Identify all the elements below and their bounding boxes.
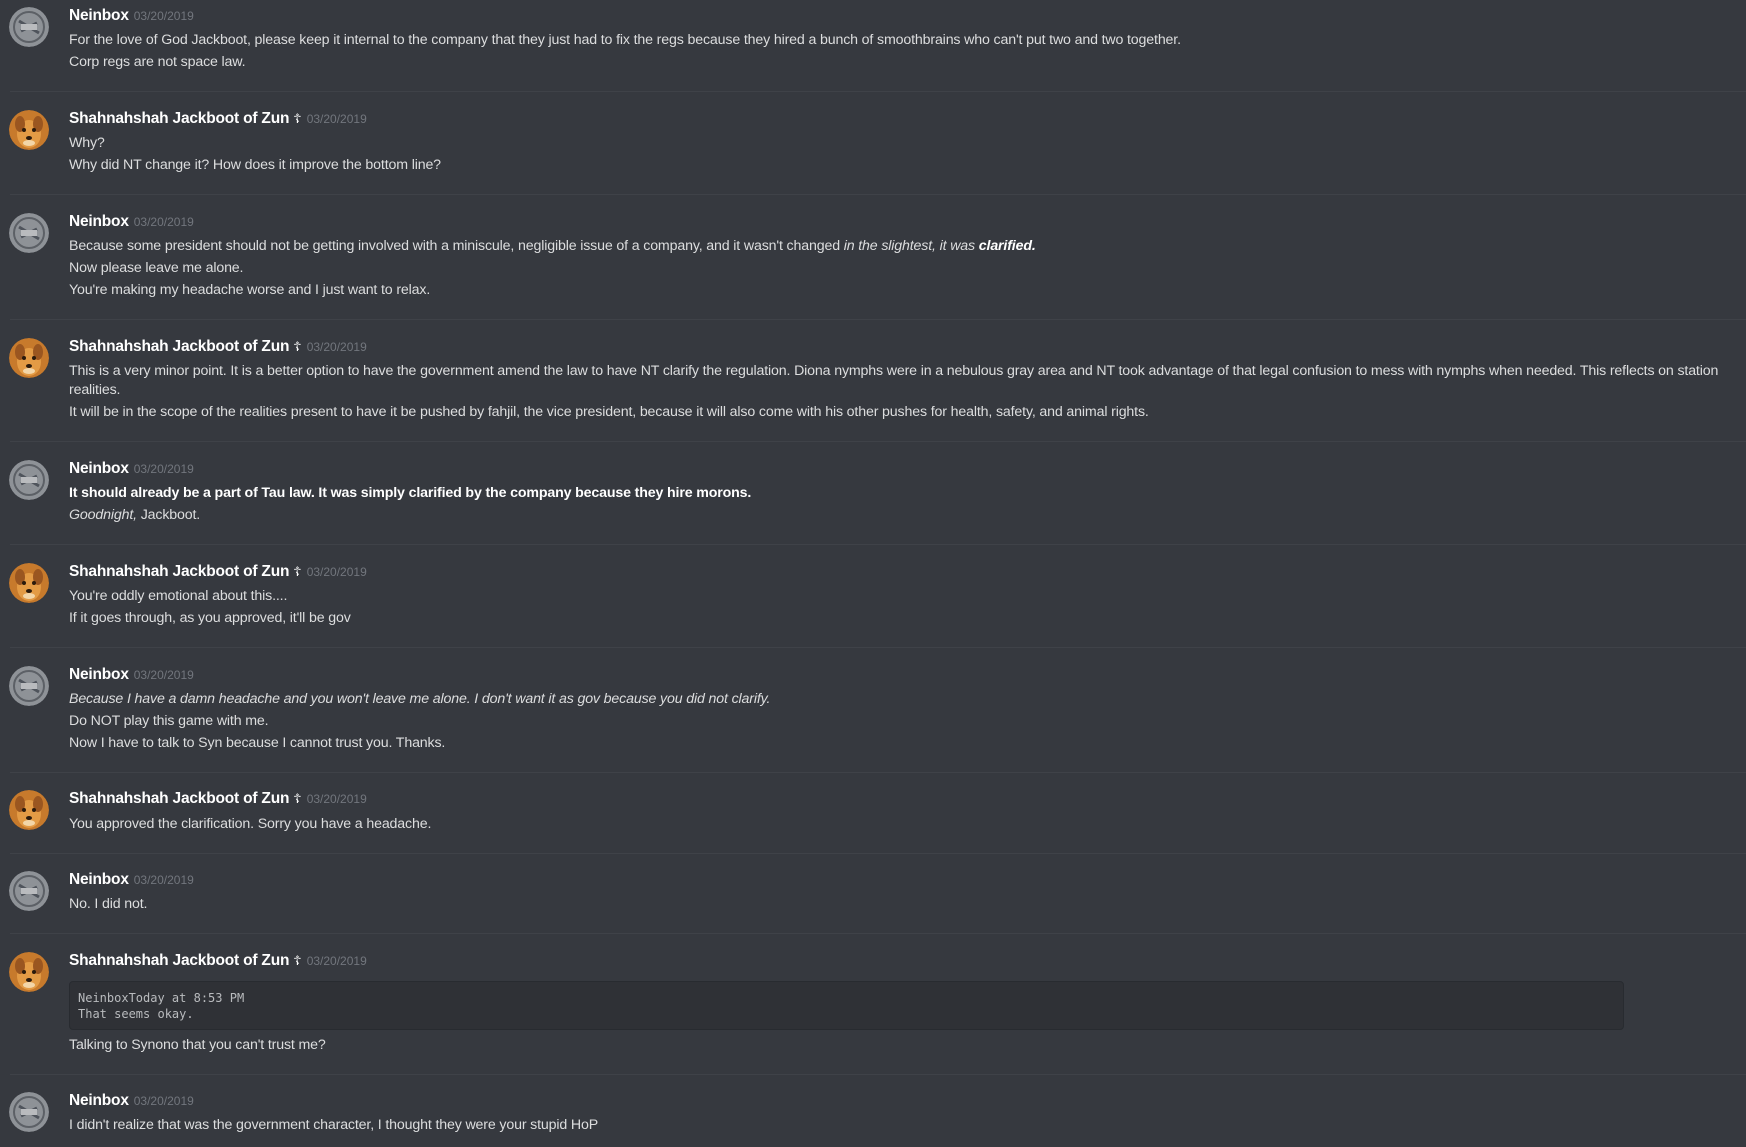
gray-stamp-avatar[interactable]	[9, 666, 49, 706]
username[interactable]: Neinbox	[69, 871, 129, 888]
message-text: Do NOT play this game with me.	[69, 713, 269, 729]
orthodox-cross-icon: ☦	[293, 791, 302, 806]
orthodox-cross-icon: ☦	[293, 564, 302, 579]
message-divider	[10, 441, 1746, 442]
message-divider	[10, 194, 1746, 195]
message-text: Because I have a damn headache and you w…	[69, 690, 1738, 709]
message-text: You're making my headache worse and I ju…	[69, 282, 431, 298]
timestamp: 03/20/2019	[306, 340, 367, 354]
timestamp: 03/20/2019	[133, 1094, 194, 1108]
username[interactable]: Neinbox	[69, 7, 129, 24]
code-block: NeinboxToday at 8:53 PM That seems okay.	[69, 981, 1624, 1030]
timestamp: 03/20/2019	[133, 215, 194, 229]
gray-stamp-avatar[interactable]	[9, 871, 49, 911]
username[interactable]: Neinbox	[69, 213, 129, 230]
message-text: This is a very minor point. It is a bett…	[69, 363, 1719, 398]
golden-dog-avatar[interactable]	[9, 338, 49, 378]
message-text: Because some president should not be get…	[69, 237, 1738, 256]
username[interactable]: Shahnahshah Jackboot of Zun	[69, 338, 289, 355]
message-text: No. I did not.	[69, 896, 148, 912]
username[interactable]: Shahnahshah Jackboot of Zun	[69, 790, 289, 807]
message-text: You're oddly emotional about this....	[69, 588, 288, 604]
message-text: I didn't realize that was the government…	[69, 1117, 599, 1133]
message-text: It will be in the scope of the realities…	[69, 404, 1149, 420]
message-text: Now I have to talk to Syn because I cann…	[69, 735, 446, 751]
gray-stamp-avatar[interactable]	[9, 460, 49, 500]
message-divider	[10, 853, 1746, 854]
timestamp: 03/20/2019	[306, 565, 367, 579]
username[interactable]: Neinbox	[69, 666, 129, 683]
message-text: Talking to Synono that you can't trust m…	[69, 1037, 326, 1053]
gray-stamp-avatar[interactable]	[9, 213, 49, 253]
message-text: Goodnight, Jackboot.	[69, 506, 1738, 525]
username[interactable]: Shahnahshah Jackboot of Zun	[69, 110, 289, 127]
timestamp: 03/20/2019	[133, 9, 194, 23]
timestamp: 03/20/2019	[306, 954, 367, 968]
message-text-plain: Jackboot.	[136, 507, 201, 523]
golden-dog-avatar[interactable]	[9, 952, 49, 992]
timestamp: 03/20/2019	[306, 112, 367, 126]
orthodox-cross-icon: ☦	[293, 339, 302, 354]
message-divider	[10, 319, 1746, 320]
orthodox-cross-icon: ☦	[293, 111, 302, 126]
message-text-bold: It should already be a part of Tau law. …	[69, 485, 752, 501]
message-divider	[10, 772, 1746, 773]
timestamp: 03/20/2019	[133, 668, 194, 682]
timestamp: 03/20/2019	[133, 873, 194, 887]
message-text: You approved the clarification. Sorry yo…	[69, 816, 432, 832]
message-divider	[10, 544, 1746, 545]
message-text: For the love of God Jackboot, please kee…	[69, 32, 1181, 48]
message-text: If it goes through, as you approved, it'…	[69, 610, 351, 626]
golden-dog-avatar[interactable]	[9, 563, 49, 603]
username[interactable]: Shahnahshah Jackboot of Zun	[69, 952, 289, 969]
message-text-italic: Goodnight,	[69, 507, 137, 523]
username[interactable]: Neinbox	[69, 460, 129, 477]
message-text: Corp regs are not space law.	[69, 54, 246, 70]
orthodox-cross-icon: ☦	[293, 953, 302, 968]
message-divider	[10, 91, 1746, 92]
golden-dog-avatar[interactable]	[9, 790, 49, 830]
gray-stamp-avatar[interactable]	[9, 1092, 49, 1132]
message-divider	[10, 1074, 1746, 1075]
message-text: Why?	[69, 135, 105, 151]
message-list: Neinbox 03/20/2019 For the love of God Ja…	[0, 0, 1746, 1147]
gray-stamp-avatar[interactable]	[9, 7, 49, 47]
message-text-bold-italic: clarified.	[978, 238, 1036, 254]
golden-dog-avatar[interactable]	[9, 110, 49, 150]
message-text-italic: Because I have a damn headache and you w…	[69, 691, 771, 707]
timestamp: 03/20/2019	[306, 792, 367, 806]
username[interactable]: Shahnahshah Jackboot of Zun	[69, 563, 289, 580]
message-divider	[10, 647, 1746, 648]
username[interactable]: Neinbox	[69, 1092, 129, 1109]
message-text: Now please leave me alone.	[69, 260, 244, 276]
timestamp: 03/20/2019	[133, 462, 194, 476]
message-text: Why did NT change it? How does it improv…	[69, 157, 441, 173]
message-text-plain: Because some president should not be get…	[69, 238, 844, 254]
message-text: It should already be a part of Tau law. …	[69, 484, 1738, 503]
message-text-italic: in the slightest, it was	[843, 238, 979, 254]
message-divider	[10, 933, 1746, 934]
